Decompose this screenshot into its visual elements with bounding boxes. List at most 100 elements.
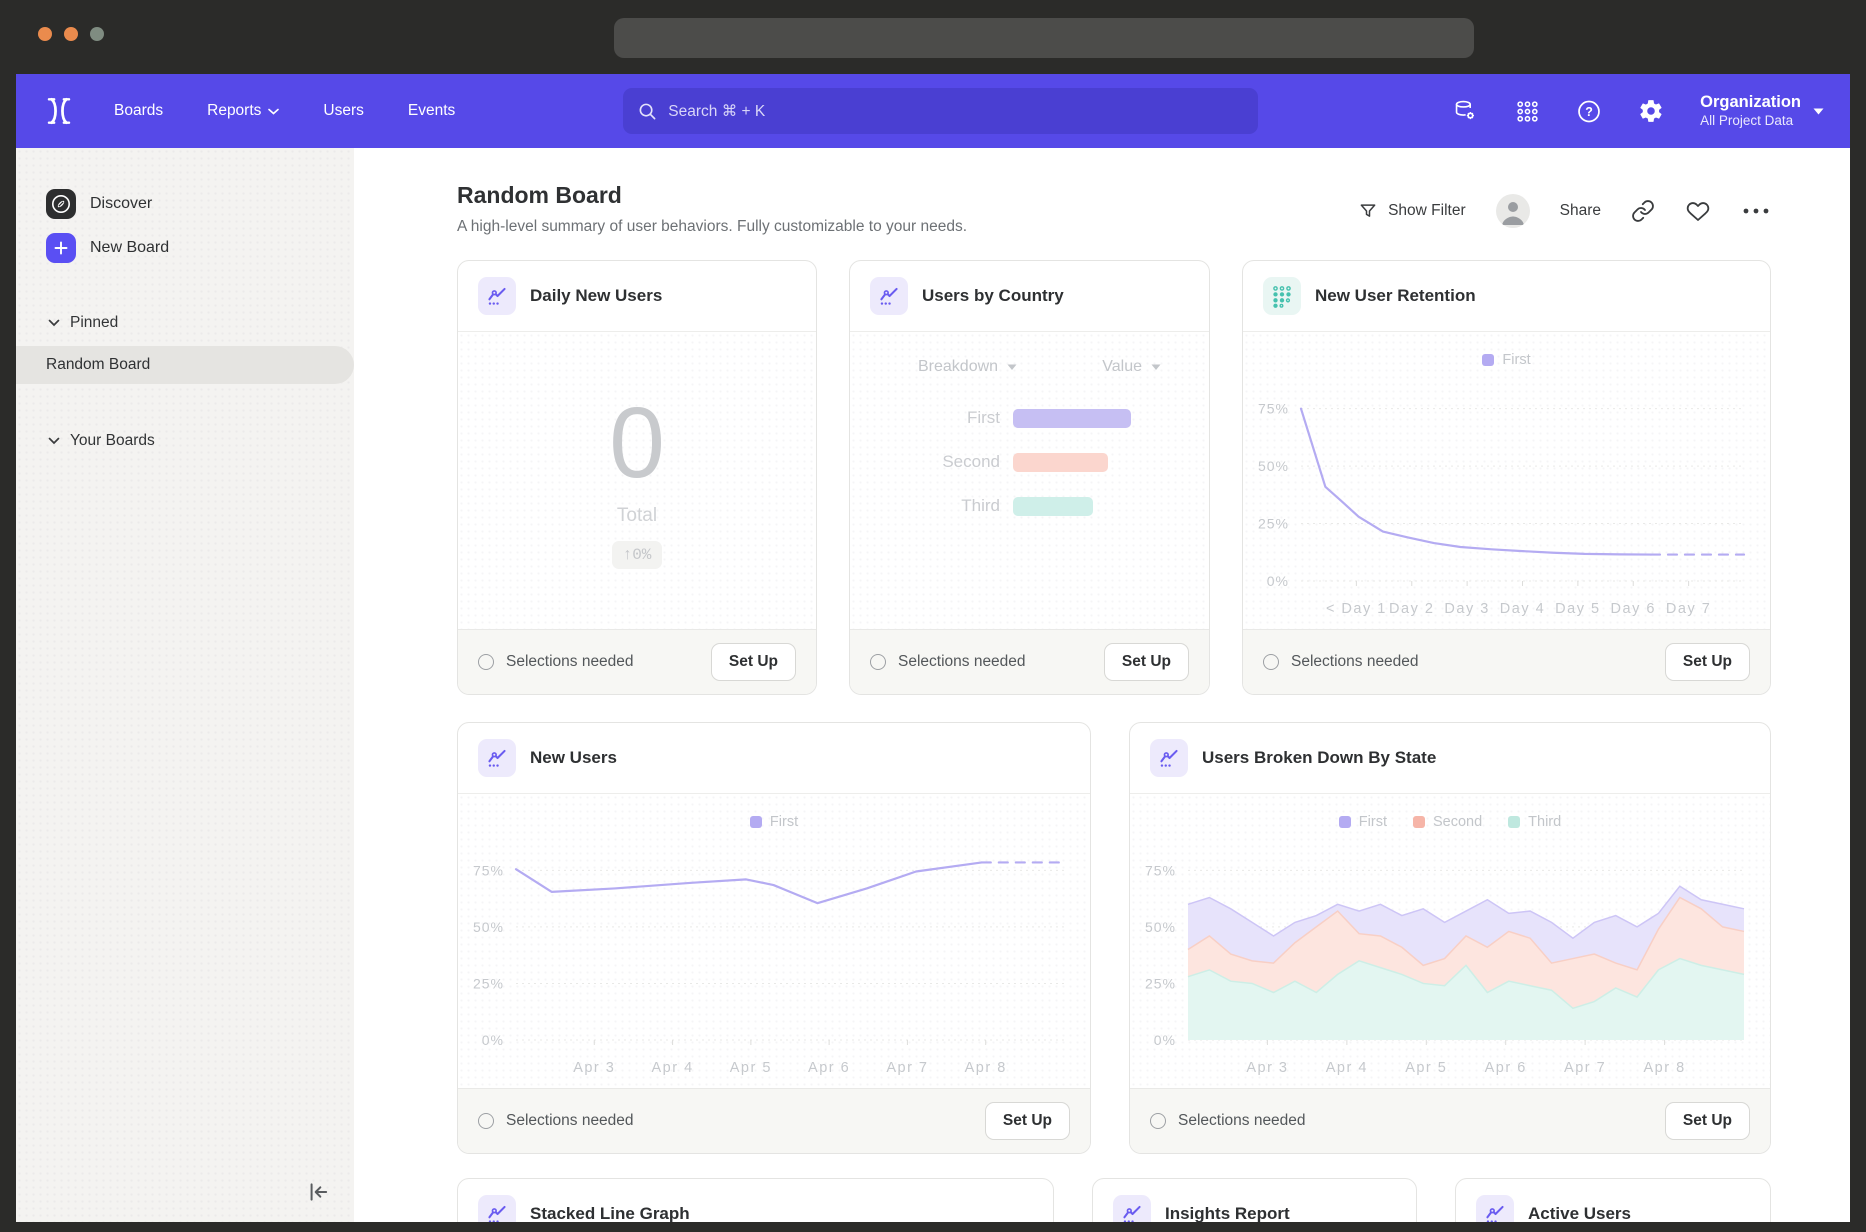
svg-text:Apr 6: Apr 6 (1485, 1060, 1527, 1076)
page-title: Random Board (457, 182, 967, 209)
card-stacked-line-graph: Stacked Line Graph (457, 1178, 1054, 1222)
bar (1013, 497, 1093, 516)
card-users-by-country: Users by Country Breakdown Value (849, 260, 1210, 695)
insights-chart-icon (1476, 1195, 1514, 1222)
svg-text:0%: 0% (482, 1032, 504, 1048)
avatar[interactable] (1496, 194, 1530, 228)
bar-label: First (850, 408, 1013, 428)
svg-text:Apr 8: Apr 8 (1643, 1060, 1685, 1076)
users-by-state-area-chart: 75%50%25%0%Apr 3Apr 4Apr 5Apr 6Apr 7Apr … (1130, 794, 1770, 1088)
set-up-button[interactable]: Set Up (985, 1102, 1070, 1140)
svg-text:Apr 5: Apr 5 (1405, 1060, 1447, 1076)
nav-item-reports[interactable]: Reports (207, 102, 279, 120)
card-title: Stacked Line Graph (530, 1204, 690, 1222)
insights-chart-icon (1150, 739, 1188, 777)
top-nav: Boards Reports Users Events Search ⌘ + K (16, 74, 1850, 148)
svg-text:75%: 75% (473, 862, 504, 878)
sidebar-item-new-board[interactable]: New Board (16, 226, 354, 270)
card-header: New Users (458, 723, 1090, 794)
card-body: 75%50%25%0%Apr 3Apr 4Apr 5Apr 6Apr 7Apr … (458, 794, 1090, 1088)
app-frame: Boards Reports Users Events Search ⌘ + K (16, 74, 1850, 1222)
card-header: Users Broken Down By State (1130, 723, 1770, 794)
data-management-icon[interactable] (1452, 98, 1478, 124)
set-up-button[interactable]: Set Up (711, 643, 796, 681)
card-body: 0 Total ↑0% (458, 332, 816, 629)
card-new-users: New Users 75%50%25%0%Apr 3Apr 4Apr 5Apr … (457, 722, 1091, 1154)
window-control-1[interactable] (38, 27, 52, 41)
sidebar-section-pinned[interactable]: Pinned (16, 310, 354, 336)
card-header: Stacked Line Graph (458, 1179, 1053, 1222)
card-header: New User Retention (1243, 261, 1770, 332)
apps-grid-icon[interactable] (1514, 98, 1540, 124)
set-up-button[interactable]: Set Up (1104, 643, 1189, 681)
chevron-down-icon (1813, 108, 1824, 115)
card-insights-report: Insights Report (1092, 1178, 1417, 1222)
svg-text:Day 4: Day 4 (1500, 601, 1545, 617)
chevron-down-icon (1151, 364, 1161, 371)
header-actions: Show Filter Share (1358, 194, 1771, 228)
page-subtitle: A high-level summary of user behaviors. … (457, 218, 967, 236)
svg-text:50%: 50% (1145, 919, 1176, 935)
mixpanel-logo-icon[interactable] (42, 94, 76, 128)
status-text: Selections needed (1263, 653, 1419, 671)
insights-chart-icon (1113, 1195, 1151, 1222)
more-options-icon[interactable] (1741, 206, 1771, 216)
sidebar-collapse-button[interactable] (304, 1178, 332, 1206)
card-footer: Selections needed Set Up (1130, 1088, 1770, 1153)
svg-text:Apr 4: Apr 4 (651, 1060, 693, 1076)
sidebar-item-discover[interactable]: Discover (16, 182, 354, 226)
svg-text:25%: 25% (1258, 516, 1289, 532)
breakdown-dropdown[interactable]: Breakdown (918, 358, 1017, 376)
org-switcher[interactable]: Organization All Project Data (1700, 92, 1824, 130)
url-bar[interactable] (614, 18, 1474, 58)
sidebar-section-your-boards[interactable]: Your Boards (16, 428, 354, 454)
card-body: Breakdown Value First (850, 332, 1209, 629)
table-columns: Breakdown Value (850, 358, 1209, 376)
search-placeholder: Search ⌘ + K (668, 102, 765, 121)
page-header: Random Board A high-level summary of use… (457, 182, 1771, 236)
nav-right-group: ? Organization All Project Data (1452, 92, 1824, 130)
bar-rows: First Second Third (850, 408, 1209, 516)
search-input[interactable]: Search ⌘ + K (623, 88, 1258, 134)
sidebar-item-random-board[interactable]: Random Board (16, 346, 354, 384)
status-circle-icon (1263, 654, 1279, 670)
card-header: Daily New Users (458, 261, 816, 332)
nav-item-label: Events (408, 102, 455, 120)
status-text: Selections needed (1150, 1112, 1306, 1130)
share-button[interactable]: Share (1560, 202, 1601, 220)
section-label: Pinned (70, 314, 118, 332)
value-dropdown[interactable]: Value (1102, 358, 1161, 376)
svg-text:Day 5: Day 5 (1555, 601, 1600, 617)
card-new-user-retention: New User Retention 75%50%25%0%< Day 1Day… (1242, 260, 1771, 695)
show-filter-button[interactable]: Show Filter (1358, 201, 1466, 221)
insights-chart-icon (478, 277, 516, 315)
bar-row: First (850, 408, 1209, 428)
copy-link-icon[interactable] (1631, 199, 1655, 223)
svg-text:Apr 7: Apr 7 (1564, 1060, 1606, 1076)
nav-item-boards[interactable]: Boards (114, 102, 163, 120)
svg-text:Apr 8: Apr 8 (965, 1060, 1007, 1076)
insights-chart-icon (478, 739, 516, 777)
settings-gear-icon[interactable] (1638, 98, 1664, 124)
window-control-3[interactable] (90, 27, 104, 41)
set-up-button[interactable]: Set Up (1665, 1102, 1750, 1140)
window-control-2[interactable] (64, 27, 78, 41)
card-title: Insights Report (1165, 1204, 1290, 1222)
cards-row-2: New Users 75%50%25%0%Apr 3Apr 4Apr 5Apr … (457, 722, 1771, 1154)
set-up-button[interactable]: Set Up (1665, 643, 1750, 681)
filter-funnel-icon (1358, 201, 1378, 221)
favorite-heart-icon[interactable] (1685, 199, 1711, 223)
nav-item-events[interactable]: Events (408, 102, 455, 120)
card-title: Daily New Users (530, 286, 662, 306)
svg-text:0%: 0% (1154, 1032, 1176, 1048)
help-icon[interactable]: ? (1576, 98, 1602, 124)
card-title: New User Retention (1315, 286, 1476, 306)
status-circle-icon (478, 1113, 494, 1129)
card-footer: Selections needed Set Up (458, 629, 816, 694)
card-title: Active Users (1528, 1204, 1631, 1222)
section-label: Your Boards (70, 432, 155, 450)
nav-item-label: Users (323, 102, 363, 120)
svg-text:Apr 5: Apr 5 (730, 1060, 772, 1076)
status-circle-icon (870, 654, 886, 670)
nav-item-users[interactable]: Users (323, 102, 363, 120)
